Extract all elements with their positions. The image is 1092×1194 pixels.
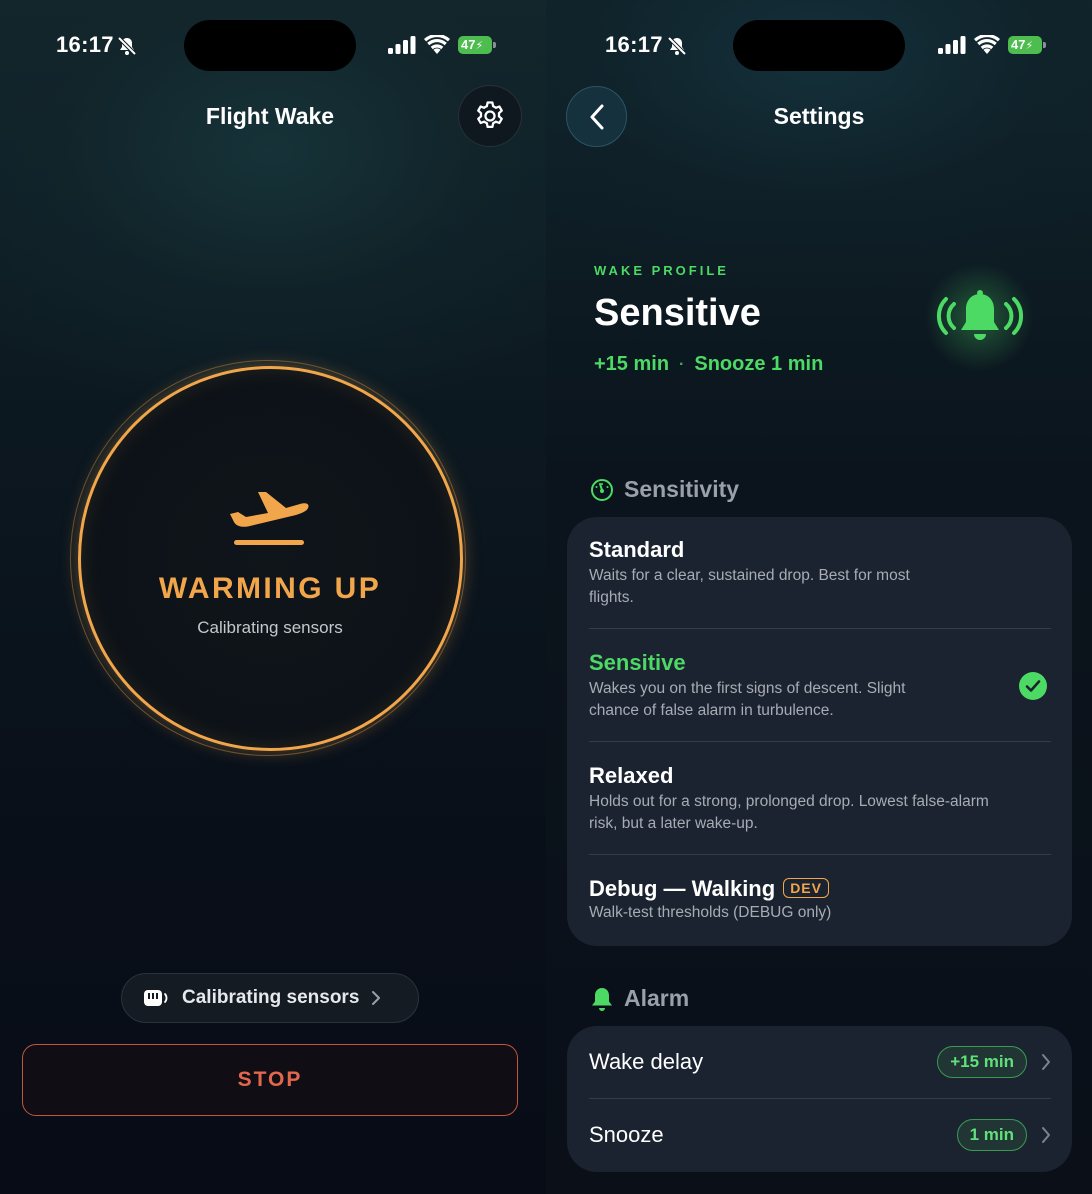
flight-wake-screen: 16:17 47⚡ Flight Wake WARMING UP Calibra… [0,0,546,1194]
dynamic-island [733,20,905,71]
airplane-takeoff-icon [230,492,309,545]
option-relaxed[interactable]: Relaxed Holds out for a strong, prolonge… [589,763,1051,835]
battery-indicator: 47⚡ [458,36,496,54]
sensitivity-options-card: Standard Waits for a clear, sustained dr… [567,517,1072,946]
profile-delay: +15 min [594,353,670,375]
gear-icon [477,101,503,129]
wifi-icon [974,35,1000,54]
row-label: Snooze [589,1122,664,1147]
sensitivity-header-label: Sensitivity [624,476,740,502]
divider [589,628,1051,629]
alarm-settings-card: Wake delay +15 min Snooze 1 min [567,1026,1072,1172]
snooze-row[interactable]: Snooze 1 min [589,1099,1051,1171]
divider [589,741,1051,742]
value-badge: +15 min [937,1046,1027,1078]
chevron-right-icon [1042,1127,1050,1143]
option-description: Holds out for a strong, prolonged drop. … [589,793,989,832]
status-ring [70,360,466,756]
stop-button[interactable]: STOP [22,1044,518,1116]
ringing-bell-icon [936,290,1024,340]
status-time: 16:17 [56,32,114,57]
bell-muted-icon [667,36,687,56]
option-name: Relaxed [589,763,674,788]
cellular-signal-icon [938,36,966,54]
alarm-header-label: Alarm [624,985,690,1011]
row-label: Wake delay [589,1049,704,1074]
option-debug-walking[interactable]: Debug — Walking DEV Walk-test thresholds … [589,876,1051,924]
value-badge: 1 min [956,1119,1027,1151]
page-title: Settings [773,103,865,129]
option-name: Standard [589,537,685,562]
option-description: Walk-test thresholds (DEBUG only) [589,904,832,921]
calibrating-label: Calibrating sensors [182,987,360,1008]
divider [589,854,1051,855]
chevron-right-icon [372,991,381,1005]
bell-icon [592,987,612,1011]
wake-profile-label: WAKE PROFILE [594,263,729,278]
chevron-right-icon [1042,1054,1050,1070]
wake-delay-row[interactable]: Wake delay +15 min [589,1026,1051,1098]
profile-name: Sensitive [594,292,761,334]
cellular-signal-icon [388,36,416,54]
alarm-section-header: Alarm [590,985,689,1012]
status-title: WARMING UP [158,572,382,605]
profile-snooze: Snooze 1 min [694,353,824,375]
sensor-icon [144,990,168,1006]
page-title: Flight Wake [205,103,335,129]
dev-badge: DEV [783,878,829,898]
wifi-icon [424,35,450,54]
checkmark-icon [1019,672,1047,700]
settings-button[interactable] [458,85,522,147]
calibrating-status-pill[interactable]: Calibrating sensors [121,973,419,1023]
option-name: Debug — Walking [589,876,776,901]
option-description: Wakes you on the first signs of descent.… [589,680,906,719]
back-button[interactable] [566,86,627,147]
profile-separator: · [679,355,685,373]
option-standard[interactable]: Standard Waits for a clear, sustained dr… [589,537,1051,609]
status-subtitle: Calibrating sensors [197,618,343,637]
battery-indicator: 47⚡ [1008,36,1046,54]
option-name: Sensitive [589,650,686,675]
option-sensitive[interactable]: Sensitive Wakes you on the first signs o… [589,650,1051,722]
dynamic-island [184,20,356,71]
chevron-left-icon [590,104,603,129]
gauge-icon [591,478,613,501]
battery-level: 47 [1011,37,1026,52]
settings-screen: 16:17 47⚡ Settings WAKE PROFILE Sensitiv… [546,0,1092,1194]
status-time: 16:17 [605,32,663,57]
bell-muted-icon [117,36,137,56]
profile-summary: +15 min · Snooze 1 min [594,353,823,376]
option-description: Waits for a clear, sustained drop. Best … [589,567,910,606]
sensitivity-section-header: Sensitivity [590,476,739,503]
battery-level: 47 [461,37,476,52]
